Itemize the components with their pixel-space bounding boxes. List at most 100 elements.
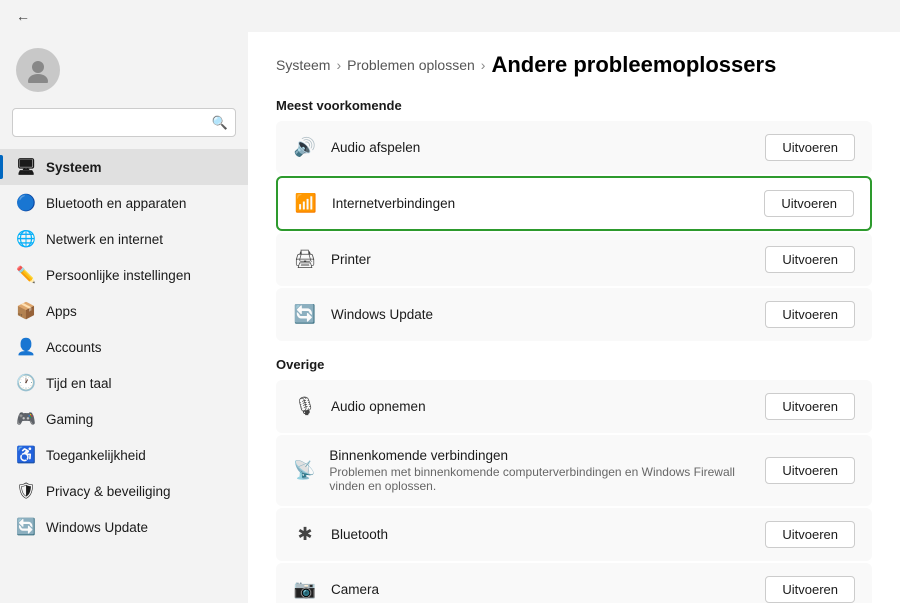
sidebar-item-tijdtaal[interactable]: 🕐Tijd en taal: [0, 365, 248, 401]
troubleshooter-icon-bluetooth: ✱: [293, 524, 317, 545]
sidebar-item-gaming[interactable]: 🎮 Gaming: [0, 401, 248, 437]
sidebar-item-privacy[interactable]: 🛡Privacy & beveiliging: [0, 473, 248, 509]
troubleshooter-item-bluetooth: ✱ Bluetooth Uitvoeren: [276, 508, 872, 561]
sidebar-item-accounts[interactable]: 👤 Accounts: [0, 329, 248, 365]
app-body: 🔍 🖥 Systeem 🔵 Bluetooth en apparaten 🌐 Netwer…: [0, 32, 900, 603]
nav-icon-privacy: 🛡: [16, 481, 36, 501]
nav-label-systeem: Systeem: [46, 160, 102, 175]
troubleshooter-item-camera: 📷 Camera Uitvoeren: [276, 563, 872, 603]
nav-icon-toegankelijk: ♿: [16, 445, 36, 465]
troubleshooter-icon-windows-update: 🔄: [293, 304, 317, 325]
nav-icon-bluetooth: 🔵: [16, 193, 36, 213]
breadcrumb: Systeem › Problemen oplossen › Andere pr…: [276, 52, 872, 78]
close-button[interactable]: [846, 0, 892, 32]
sidebar-item-netwerk[interactable]: 🌐 Netwerk en internet: [0, 221, 248, 257]
sections-container: Meest voorkomende 🔊 Audio afspelen Uitvoere…: [276, 98, 872, 603]
search-input[interactable]: [12, 108, 236, 137]
troubleshooter-label-internet: Internetverbindingen: [332, 196, 455, 211]
user-profile[interactable]: [0, 32, 248, 104]
troubleshooter-left: 📷 Camera: [293, 579, 379, 600]
nav-icon-persoonlijk: ✏️: [16, 265, 36, 285]
sidebar-item-persoonlijk[interactable]: ✏️ Persoonlijke instellingen: [0, 257, 248, 293]
troubleshooter-item-binnenkomende: 📡 Binnenkomende verbindingenProblemen met…: [276, 435, 872, 506]
uitvoeren-button-binnenkomende[interactable]: Uitvoeren: [765, 457, 855, 484]
troubleshooter-icon-binnenkomende: 📡: [293, 460, 315, 481]
sidebar-item-windowsupdate[interactable]: 🔄 Windows Update: [0, 509, 248, 545]
nav-icon-systeem: 🖥: [16, 157, 36, 177]
troubleshooter-text-binnenkomende: Binnenkomende verbindingenProblemen met …: [329, 448, 765, 493]
troubleshooter-label-printer: Printer: [331, 252, 371, 267]
uitvoeren-button-bluetooth[interactable]: Uitvoeren: [765, 521, 855, 548]
nav-label-windowsupdate: Windows Update: [46, 520, 148, 535]
nav-label-bluetooth: Bluetooth en apparaten: [46, 196, 186, 211]
breadcrumb-separator: ›: [336, 57, 341, 73]
troubleshooter-label-windows-update: Windows Update: [331, 307, 433, 322]
troubleshooter-list: 🎙 Audio opnemen Uitvoeren 📡 Binnenkomende ve…: [276, 380, 872, 603]
back-button[interactable]: ←: [12, 8, 34, 24]
nav-label-netwerk: Netwerk en internet: [46, 232, 163, 247]
sidebar-item-bluetooth[interactable]: 🔵 Bluetooth en apparaten: [0, 185, 248, 221]
uitvoeren-button-windows-update[interactable]: Uitvoeren: [765, 301, 855, 328]
troubleshooter-text-audio-opnemen: Audio opnemen: [331, 399, 426, 414]
nav-label-toegankelijk: Toegankelijkheid: [46, 448, 146, 463]
search-icon: 🔍: [212, 115, 228, 131]
nav-icon-apps: 📦: [16, 301, 36, 321]
troubleshooter-item-windows-update: 🔄 Windows Update Uitvoeren: [276, 288, 872, 341]
title-bar: ←: [0, 0, 900, 32]
troubleshooter-item-internet: 📶 Internetverbindingen Uitvoeren: [276, 176, 872, 231]
troubleshooter-text-internet: Internetverbindingen: [332, 196, 455, 211]
troubleshooter-left: 🔊 Audio afspelen: [293, 137, 420, 158]
troubleshooter-label-audio-opnemen: Audio opnemen: [331, 399, 426, 414]
troubleshooter-label-camera: Camera: [331, 582, 379, 597]
sidebar-item-systeem[interactable]: 🖥 Systeem: [0, 149, 248, 185]
avatar: [16, 48, 60, 92]
nav-icon-accounts: 👤: [16, 337, 36, 357]
nav-label-persoonlijk: Persoonlijke instellingen: [46, 268, 191, 283]
section-title: Meest voorkomende: [276, 98, 872, 113]
nav-icon-windowsupdate: 🔄: [16, 517, 36, 537]
troubleshooter-icon-printer: 🖨: [293, 249, 317, 270]
uitvoeren-button-internet[interactable]: Uitvoeren: [764, 190, 854, 217]
uitvoeren-button-audio-opnemen[interactable]: Uitvoeren: [765, 393, 855, 420]
troubleshooter-left: 🔄 Windows Update: [293, 304, 433, 325]
troubleshooter-item-printer: 🖨 Printer Uitvoeren: [276, 233, 872, 286]
troubleshooter-sublabel-binnenkomende: Problemen met binnenkomende computerverb…: [329, 465, 765, 493]
troubleshooter-text-camera: Camera: [331, 582, 379, 597]
main-content: Systeem › Problemen oplossen › Andere pr…: [248, 32, 900, 603]
nav-icon-gaming: 🎮: [16, 409, 36, 429]
troubleshooter-text-windows-update: Windows Update: [331, 307, 433, 322]
troubleshooter-label-bluetooth: Bluetooth: [331, 527, 388, 542]
troubleshooter-text-printer: Printer: [331, 252, 371, 267]
sidebar-item-toegankelijk[interactable]: ♿ Toegankelijkheid: [0, 437, 248, 473]
breadcrumb-link[interactable]: Systeem: [276, 57, 330, 73]
troubleshooter-icon-audio-opnemen: 🎙: [293, 396, 317, 417]
breadcrumb-active: Andere probleemoplossers: [491, 52, 776, 78]
section-title: Overige: [276, 357, 872, 372]
troubleshooter-icon-internet: 📶: [294, 193, 318, 214]
troubleshooter-icon-camera: 📷: [293, 579, 317, 600]
troubleshooter-icon-audio-afspelen: 🔊: [293, 137, 317, 158]
sidebar-item-apps[interactable]: 📦 Apps: [0, 293, 248, 329]
troubleshooter-list: 🔊 Audio afspelen Uitvoeren 📶 Internetverbind…: [276, 121, 872, 341]
troubleshooter-text-bluetooth: Bluetooth: [331, 527, 388, 542]
uitvoeren-button-camera[interactable]: Uitvoeren: [765, 576, 855, 603]
nav-icon-netwerk: 🌐: [16, 229, 36, 249]
maximize-button[interactable]: [800, 0, 846, 32]
sidebar: 🔍 🖥 Systeem 🔵 Bluetooth en apparaten 🌐 Netwer…: [0, 32, 248, 603]
nav-label-gaming: Gaming: [46, 412, 93, 427]
window-controls: [754, 0, 892, 32]
search-box[interactable]: 🔍: [12, 108, 236, 137]
breadcrumb-separator: ›: [481, 57, 486, 73]
troubleshooter-left: 📡 Binnenkomende verbindingenProblemen met…: [293, 448, 765, 493]
troubleshooter-label-audio-afspelen: Audio afspelen: [331, 140, 420, 155]
troubleshooter-item-audio-opnemen: 🎙 Audio opnemen Uitvoeren: [276, 380, 872, 433]
troubleshooter-left: ✱ Bluetooth: [293, 524, 388, 545]
troubleshooter-left: 📶 Internetverbindingen: [294, 193, 455, 214]
minimize-button[interactable]: [754, 0, 800, 32]
nav-label-tijdtaal: Tijd en taal: [46, 376, 112, 391]
uitvoeren-button-printer[interactable]: Uitvoeren: [765, 246, 855, 273]
uitvoeren-button-audio-afspelen[interactable]: Uitvoeren: [765, 134, 855, 161]
nav-label-apps: Apps: [46, 304, 77, 319]
nav-label-accounts: Accounts: [46, 340, 102, 355]
breadcrumb-link[interactable]: Problemen oplossen: [347, 57, 475, 73]
